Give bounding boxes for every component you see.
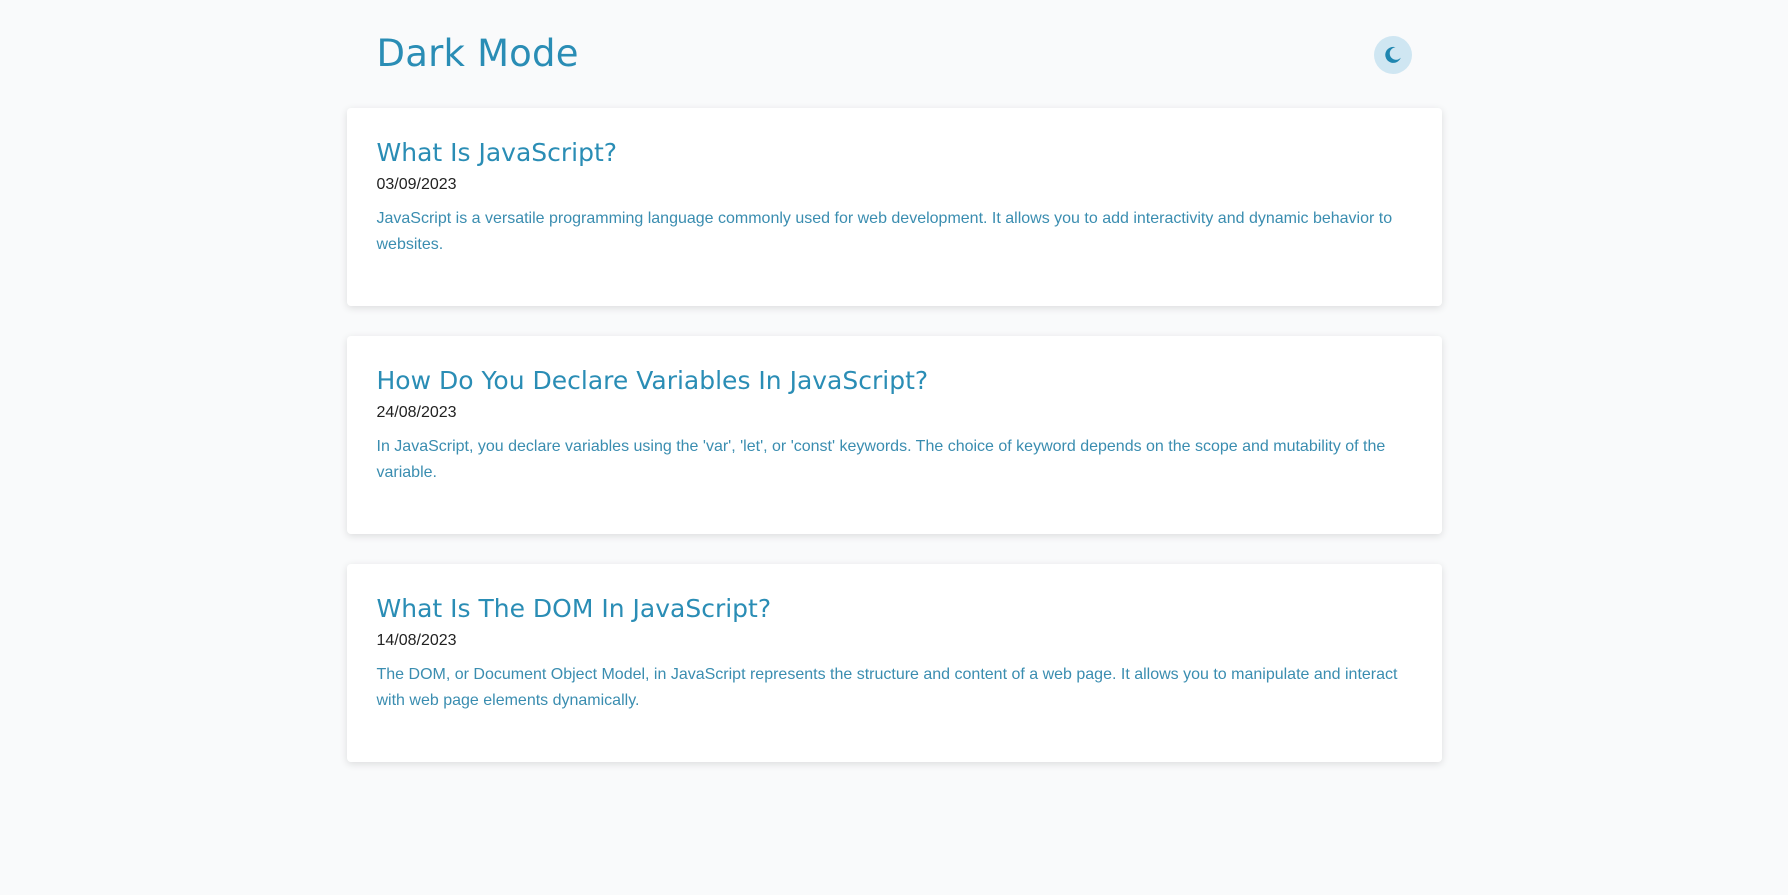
post-excerpt: JavaScript is a versatile programming la…: [376, 210, 1393, 253]
post-excerpt: In JavaScript, you declare variables usi…: [376, 438, 1386, 481]
post-card[interactable]: How Do You Declare Variables In JavaScri…: [346, 336, 1442, 534]
page-title: Dark Mode: [376, 32, 579, 75]
moon-icon: [1383, 45, 1403, 65]
post-title[interactable]: What Is The DOM In JavaScript?: [377, 592, 1412, 626]
post-excerpt: The DOM, or Document Object Model, in Ja…: [376, 666, 1398, 709]
post-date: 14/08/2023: [376, 632, 457, 649]
post-date: 03/09/2023: [376, 176, 457, 193]
post-title[interactable]: What Is JavaScript?: [377, 136, 1412, 170]
post-date: 24/08/2023: [376, 404, 457, 421]
page-container: Dark Mode What Is JavaScript? 03/09/2023…: [346, 0, 1442, 762]
post-title[interactable]: How Do You Declare Variables In JavaScri…: [377, 364, 1412, 398]
posts-list: What Is JavaScript? 03/09/2023 JavaScrip…: [346, 108, 1442, 762]
post-card[interactable]: What Is The DOM In JavaScript? 14/08/202…: [346, 564, 1442, 762]
theme-toggle-button[interactable]: [1373, 36, 1412, 74]
site-header: Dark Mode: [347, 0, 1442, 108]
post-card[interactable]: What Is JavaScript? 03/09/2023 JavaScrip…: [346, 108, 1442, 306]
